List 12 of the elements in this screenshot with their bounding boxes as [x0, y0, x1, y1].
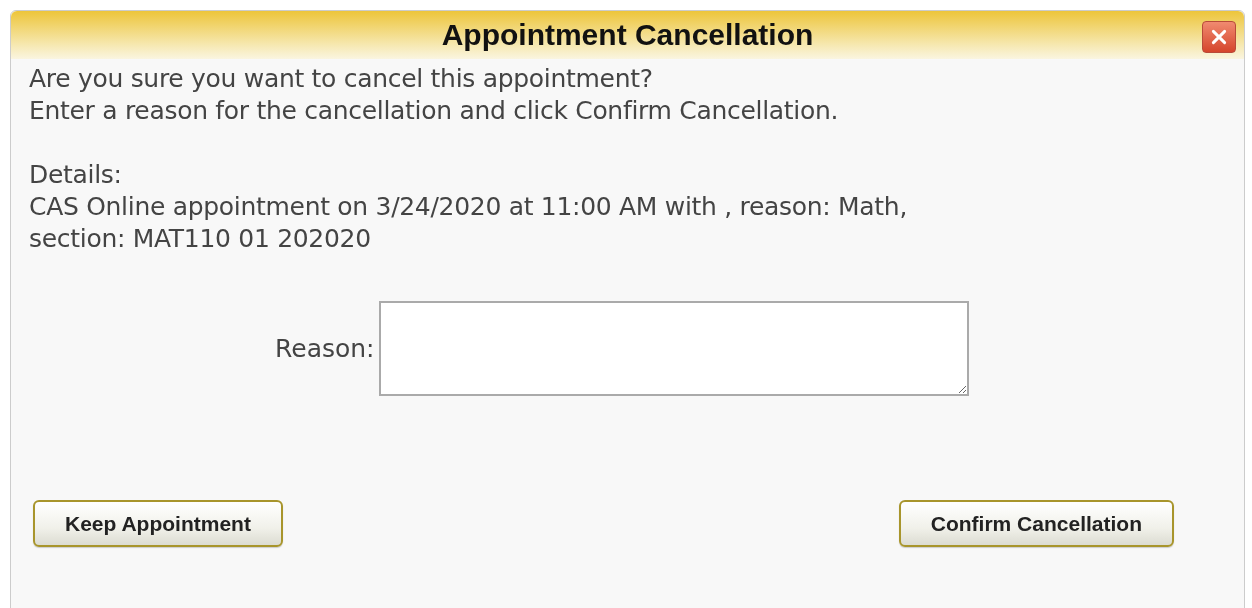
details-label: Details: — [29, 159, 123, 191]
details-text: CAS Online appointment on 3/24/2020 at 11:00 AM with , reason: Math, — [29, 191, 909, 223]
message-text: Enter a reason for the cancellation and click Confirm Cancellation. — [29, 95, 840, 127]
close-icon — [1210, 28, 1228, 46]
confirm-cancellation-button[interactable]: Confirm Cancellation — [898, 500, 1174, 547]
keep-appointment-button[interactable]: Keep Appointment — [33, 500, 283, 547]
close-button[interactable] — [1202, 21, 1236, 53]
reason-label: Reason: — [275, 334, 375, 363]
message-text: Are you sure you want to cancel this appointment? — [29, 63, 654, 95]
details-text: section: MAT110 01 202020 — [29, 223, 372, 255]
dialog-title: Appointment Cancellation — [441, 18, 814, 52]
reason-field[interactable] — [378, 301, 969, 396]
